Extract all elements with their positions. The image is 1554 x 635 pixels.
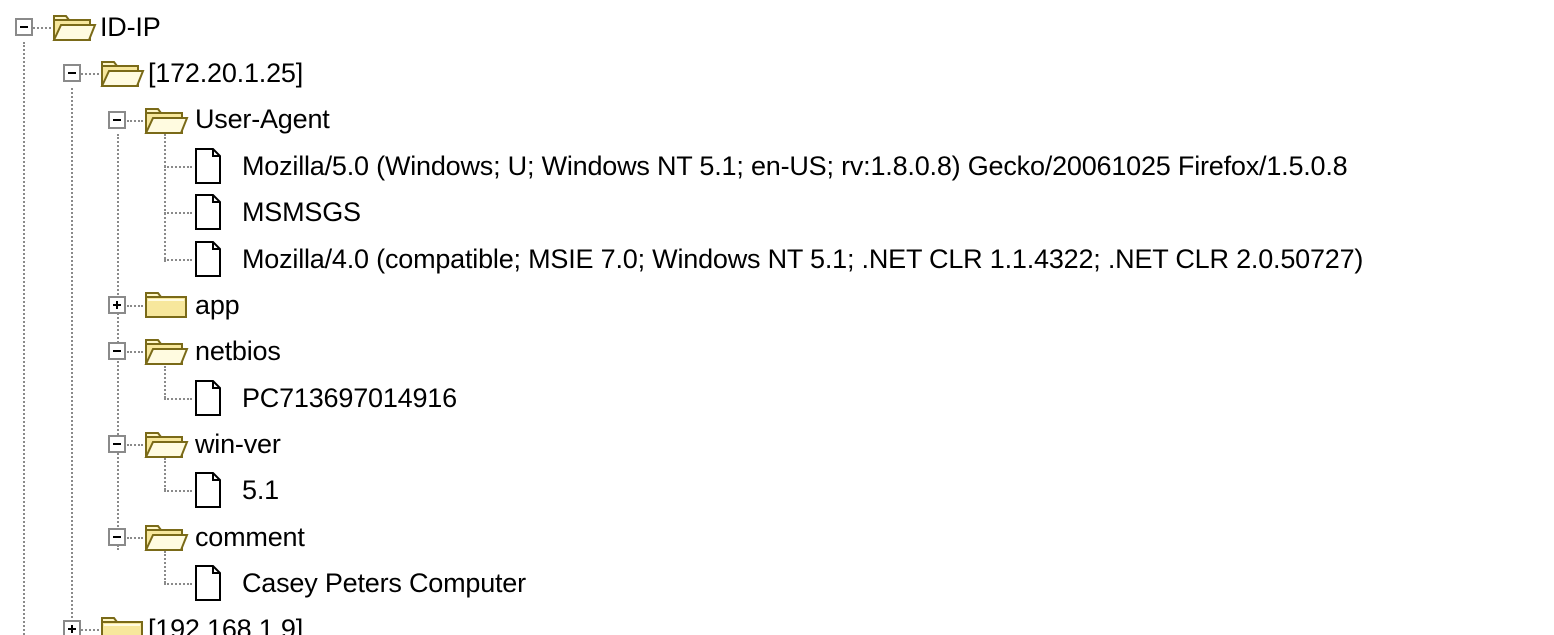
connector-line-comment-children — [164, 551, 166, 583]
tree-node-label[interactable]: ID-IP — [100, 10, 161, 44]
collapse-toggle[interactable] — [108, 435, 126, 453]
connector-stub — [127, 305, 143, 307]
document-icon — [195, 380, 221, 416]
tree-leaf-label[interactable]: PC713697014916 — [242, 381, 457, 415]
minus-icon — [113, 119, 121, 121]
minus-icon — [68, 72, 76, 74]
document-icon — [195, 241, 221, 277]
connector-stub — [164, 259, 192, 261]
tree-leaf-label[interactable]: Mozilla/4.0 (compatible; MSIE 7.0; Windo… — [242, 242, 1363, 276]
connector-stub — [164, 490, 192, 492]
connector-line-host1 — [71, 88, 73, 635]
expand-toggle[interactable] — [108, 296, 126, 314]
connector-stub — [81, 73, 99, 75]
tree-node-label[interactable]: netbios — [195, 334, 281, 368]
connector-stub — [164, 166, 192, 168]
connector-stub — [127, 351, 143, 353]
document-icon — [195, 565, 221, 601]
connector-stub — [164, 212, 192, 214]
tree-leaf-label[interactable]: 5.1 — [242, 473, 279, 507]
connector-line-netbios-children — [164, 366, 166, 398]
collapse-toggle[interactable] — [108, 111, 126, 129]
folder-closed-icon — [101, 617, 143, 635]
collapse-toggle[interactable] — [15, 18, 33, 36]
minus-icon — [20, 26, 28, 28]
folder-open-icon — [144, 432, 189, 458]
tree-node-label[interactable]: comment — [195, 520, 305, 554]
document-icon — [195, 148, 221, 184]
minus-icon — [113, 443, 121, 445]
collapse-toggle[interactable] — [108, 528, 126, 546]
tree-node-label[interactable]: User-Agent — [195, 102, 330, 136]
folder-closed-icon — [145, 292, 187, 318]
minus-icon — [113, 536, 121, 538]
connector-stub — [81, 629, 99, 631]
tree-node-label[interactable]: [192.168.1.9] — [148, 612, 303, 635]
document-icon — [195, 194, 221, 230]
connector-stub — [127, 120, 143, 122]
folder-open-icon — [144, 108, 189, 134]
connector-line-ua-children — [164, 134, 166, 262]
tree-view[interactable]: ID-IP [172.20.1.25] User-Agent Mozilla/5… — [0, 0, 1554, 635]
folder-open-icon — [100, 61, 145, 87]
tree-node-label[interactable]: app — [195, 288, 240, 322]
document-icon — [195, 472, 221, 508]
tree-node-label[interactable]: [172.20.1.25] — [148, 56, 303, 90]
folder-open-icon — [52, 15, 97, 41]
connector-stub — [164, 583, 192, 585]
minus-icon — [113, 350, 121, 352]
connector-stub — [164, 398, 192, 400]
connector-line-winver-children — [164, 458, 166, 490]
connector-stub — [127, 444, 143, 446]
folder-open-icon — [144, 525, 189, 551]
collapse-toggle[interactable] — [108, 342, 126, 360]
connector-stub — [127, 537, 143, 539]
tree-leaf-label[interactable]: MSMSGS — [242, 195, 361, 229]
connector-stub — [33, 27, 51, 29]
tree-leaf-label[interactable]: Casey Peters Computer — [242, 566, 526, 600]
tree-leaf-label[interactable]: Mozilla/5.0 (Windows; U; Windows NT 5.1;… — [242, 149, 1348, 183]
expand-toggle[interactable] — [63, 620, 81, 635]
folder-open-icon — [144, 339, 189, 365]
tree-node-label[interactable]: win-ver — [195, 427, 281, 461]
collapse-toggle[interactable] — [63, 64, 81, 82]
connector-line-root — [23, 42, 25, 635]
